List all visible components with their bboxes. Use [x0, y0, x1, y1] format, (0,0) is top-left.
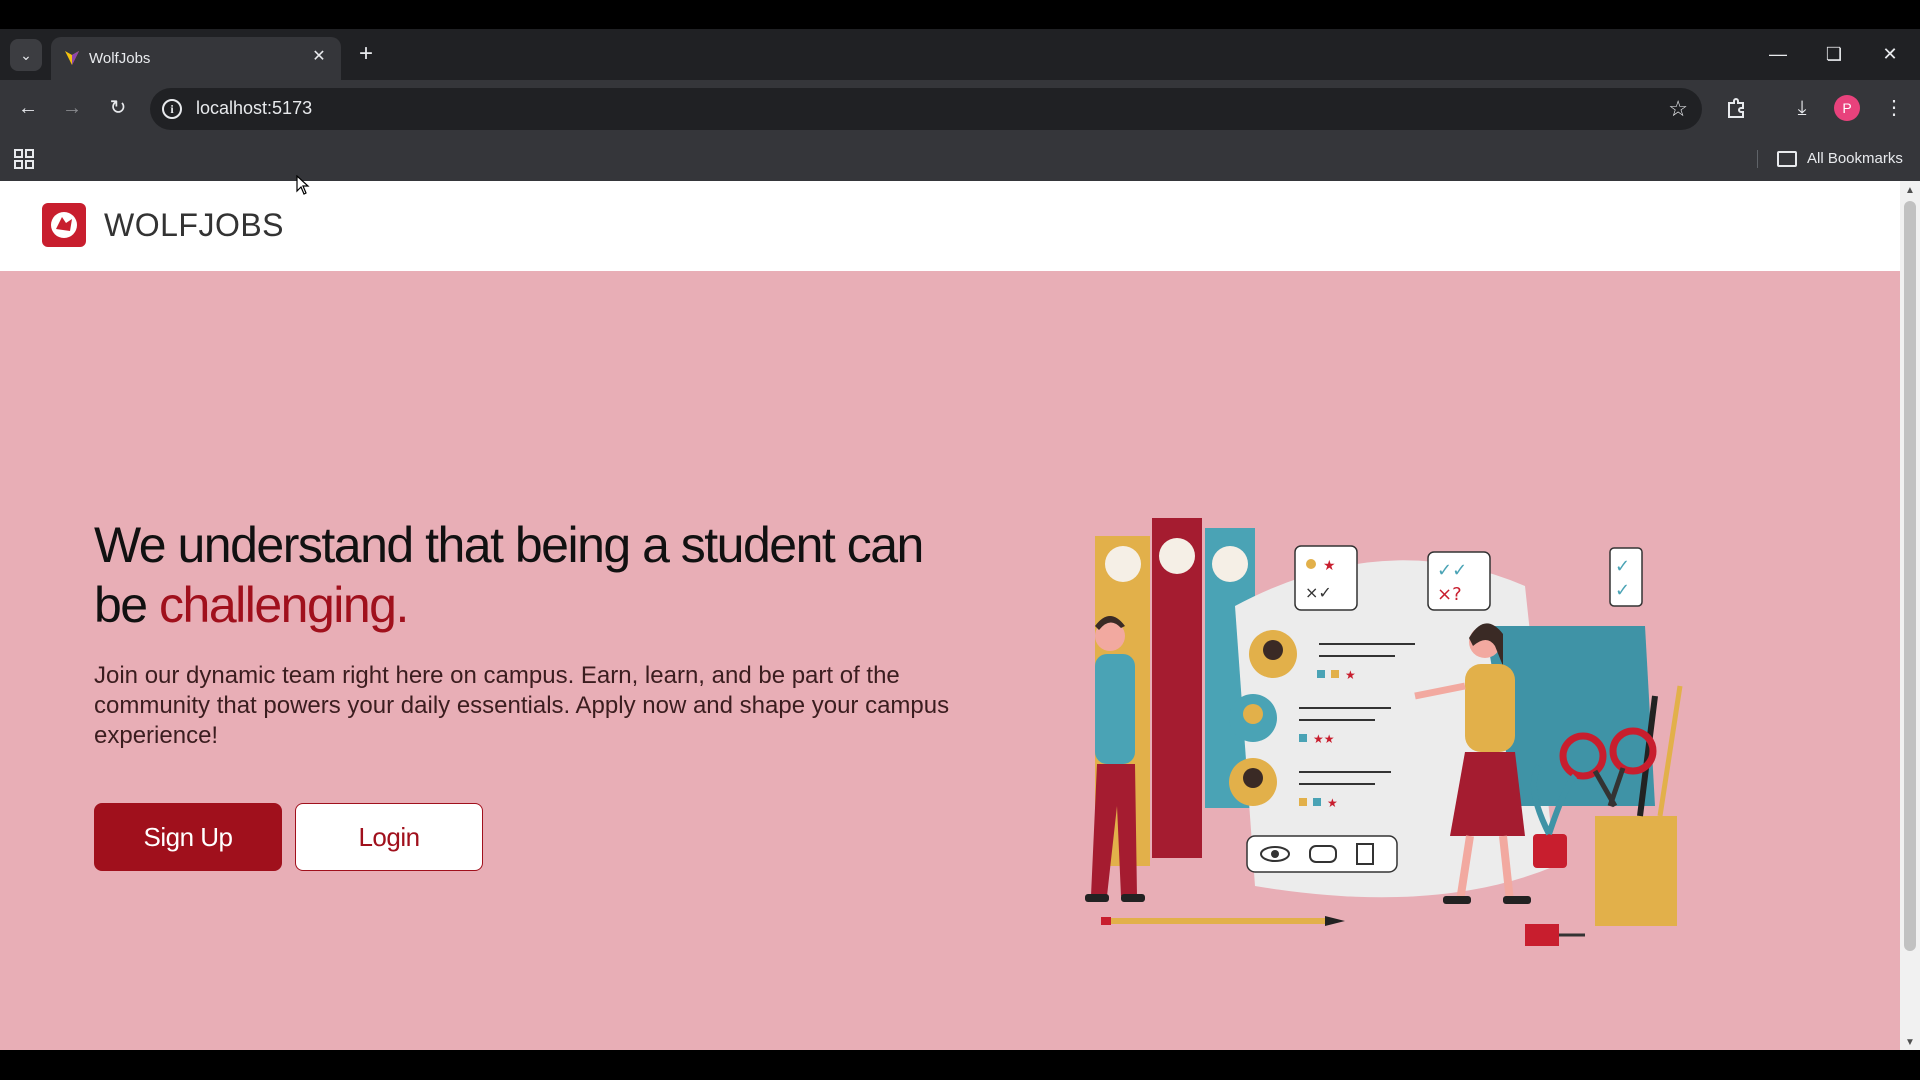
- hero-illustration: ★ ×✓ ✓✓ ×? ✓ ✓ ★ ★★ ★: [1085, 518, 1683, 946]
- page-viewport: WOLFJOBS We understand that being a stud…: [0, 181, 1900, 1050]
- svg-text:★★: ★★: [1313, 732, 1335, 746]
- site-info-icon[interactable]: i: [162, 99, 182, 119]
- hero-subtext: Join our dynamic team right here on camp…: [94, 662, 950, 749]
- browser-toolbar: ← → ↻ i localhost:5173 ☆ ⤓ P ⋮: [0, 80, 1920, 136]
- minimize-icon[interactable]: —: [1758, 39, 1798, 69]
- reload-icon[interactable]: ↻: [102, 92, 134, 124]
- wolfjobs-logo-icon[interactable]: [42, 203, 86, 247]
- hero-headline: We understand that being a student can b…: [94, 515, 954, 635]
- scroll-thumb[interactable]: [1904, 201, 1916, 951]
- svg-text:★: ★: [1323, 558, 1336, 574]
- profile-avatar[interactable]: P: [1834, 95, 1860, 121]
- page-scrollbar[interactable]: ▲ ▼: [1900, 181, 1920, 1050]
- site-header: WOLFJOBS: [0, 181, 1900, 271]
- svg-text:✓: ✓: [1615, 580, 1630, 601]
- signup-button[interactable]: Sign Up: [94, 803, 282, 871]
- folder-icon[interactable]: [1777, 151, 1797, 167]
- tab-search-chevron-icon[interactable]: ⌄: [10, 39, 42, 71]
- tab-strip: ⌄ WolfJobs ✕ + — ❏ ✕: [0, 29, 1920, 80]
- brand-name[interactable]: WOLFJOBS: [104, 207, 284, 244]
- screen: ⌄ WolfJobs ✕ + — ❏ ✕ ← → ↻ i localhost:5…: [0, 0, 1920, 1080]
- forward-icon[interactable]: →: [56, 92, 88, 124]
- svg-text:★: ★: [1345, 668, 1356, 682]
- address-bar[interactable]: i localhost:5173 ☆: [150, 88, 1702, 130]
- browser-chrome: ⌄ WolfJobs ✕ + — ❏ ✕ ← → ↻ i localhost:5…: [0, 29, 1920, 181]
- svg-text:★: ★: [1327, 796, 1338, 810]
- headline-accent: challenging.: [159, 577, 409, 633]
- svg-text:×?: ×?: [1437, 584, 1462, 605]
- scroll-down-icon[interactable]: ▼: [1905, 1037, 1915, 1048]
- download-icon[interactable]: ⤓: [1786, 92, 1818, 124]
- all-bookmarks-link[interactable]: All Bookmarks: [1807, 150, 1903, 167]
- bookmarks-bar: All Bookmarks: [0, 136, 1920, 181]
- mouse-cursor-icon: [296, 175, 310, 195]
- address-url[interactable]: localhost:5173: [196, 98, 312, 119]
- svg-text:×✓: ×✓: [1305, 583, 1332, 602]
- tab-title: WolfJobs: [89, 50, 151, 67]
- scroll-up-icon[interactable]: ▲: [1905, 185, 1915, 196]
- extensions-icon[interactable]: [1720, 92, 1752, 124]
- svg-text:✓✓: ✓✓: [1437, 560, 1467, 581]
- bookmarks-divider: [1757, 150, 1758, 168]
- bookmark-star-icon[interactable]: ☆: [1668, 96, 1688, 122]
- new-tab-icon[interactable]: +: [352, 41, 380, 69]
- browser-tab[interactable]: WolfJobs ✕: [51, 37, 341, 80]
- back-icon[interactable]: ←: [12, 92, 44, 124]
- apps-grid-icon[interactable]: [14, 149, 34, 169]
- restore-icon[interactable]: ❏: [1814, 39, 1854, 69]
- tab-close-icon[interactable]: ✕: [309, 47, 329, 67]
- wolfjobs-favicon-icon: [65, 51, 79, 65]
- window-close-icon[interactable]: ✕: [1870, 39, 1910, 69]
- login-button[interactable]: Login: [295, 803, 483, 871]
- menu-kebab-icon[interactable]: ⋮: [1878, 92, 1910, 124]
- svg-text:✓: ✓: [1615, 556, 1630, 577]
